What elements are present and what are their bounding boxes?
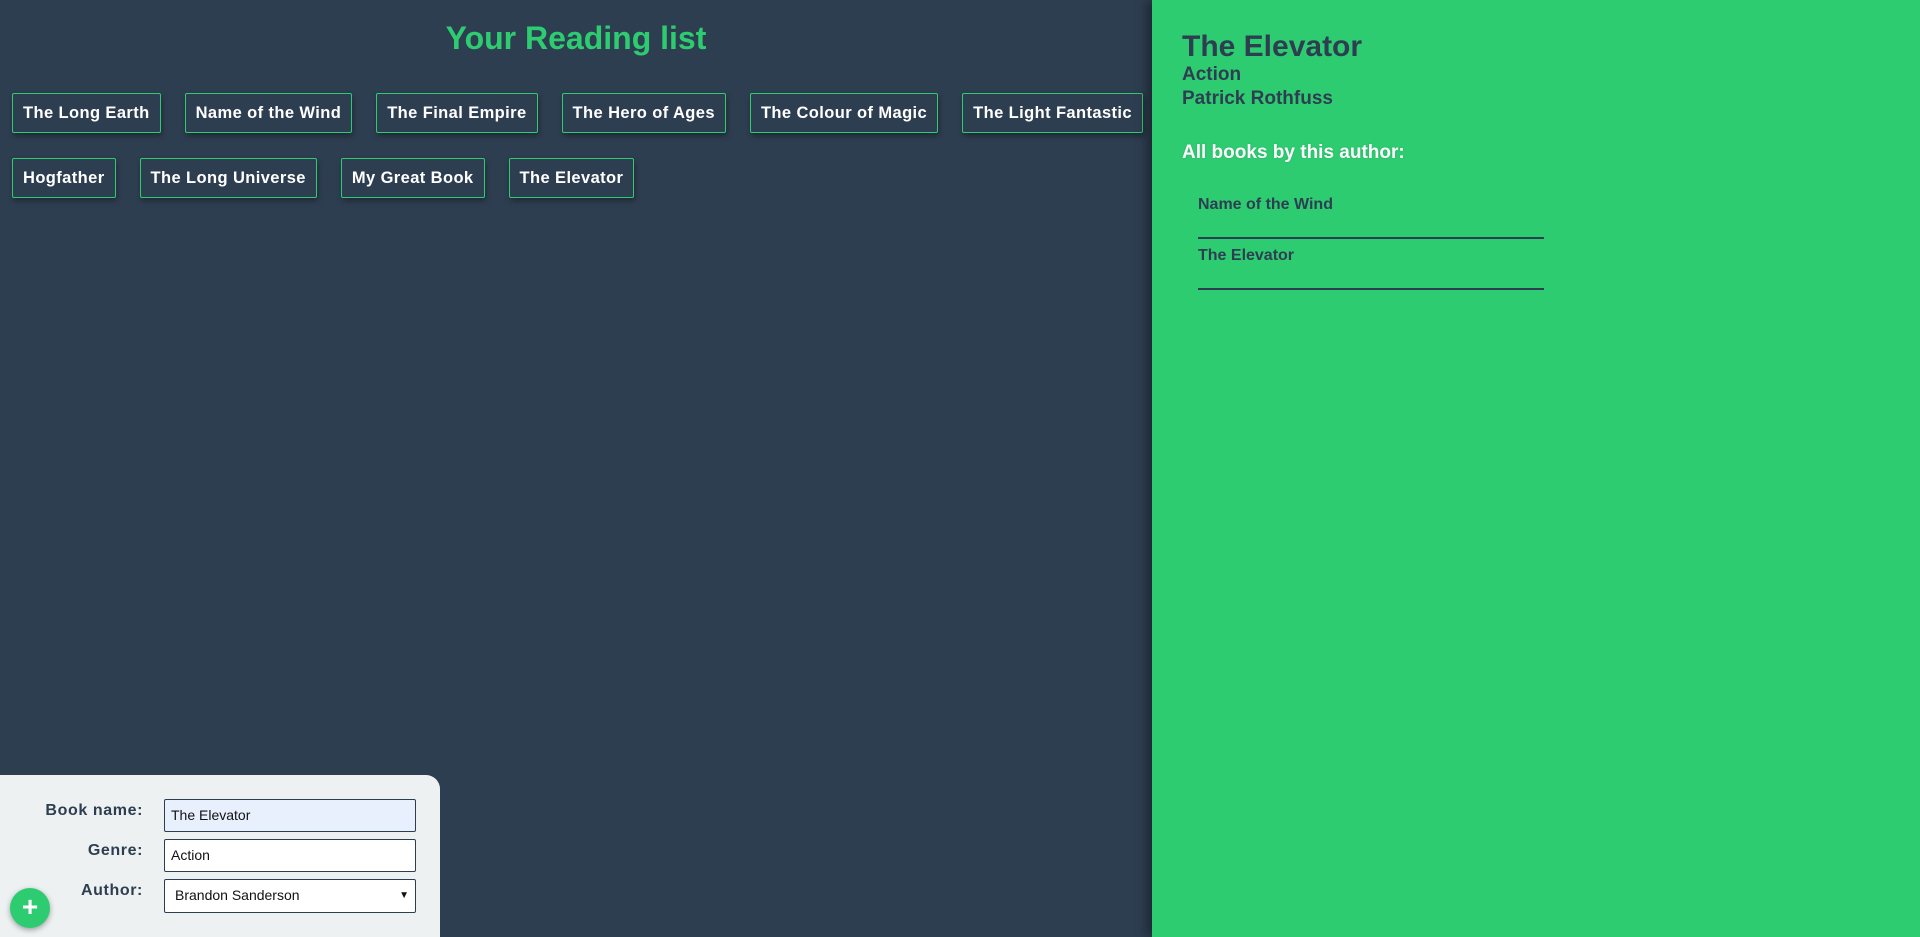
book-row-1: The Long Earth Name of the Wind The Fina…	[12, 93, 1152, 133]
details-genre: Action	[1182, 64, 1242, 85]
details-title: The Elevator	[1182, 30, 1363, 63]
author-select[interactable]: Brandon Sanderson ▼	[164, 879, 416, 913]
book-list: The Long Earth Name of the Wind The Fina…	[12, 93, 1152, 223]
book-item-the-long-earth[interactable]: The Long Earth	[12, 93, 161, 133]
book-item-the-final-empire[interactable]: The Final Empire	[376, 93, 538, 133]
book-item-the-elevator[interactable]: The Elevator	[508, 158, 635, 198]
genre-row: Genre: Action	[0, 839, 440, 873]
book-details-panel: The Elevator Action Patrick Rothfuss All…	[1152, 0, 1920, 937]
genre-label: Genre:	[87, 842, 143, 859]
author-select-value: Brandon Sanderson	[175, 887, 300, 903]
add-book-form: Book name: The Elevator Genre: Action Au…	[0, 775, 440, 937]
book-item-the-hero-of-ages[interactable]: The Hero of Ages	[561, 93, 726, 133]
plus-icon: +	[21, 891, 39, 922]
page-title: Your Reading list	[445, 20, 707, 56]
genre-input[interactable]: Action	[164, 839, 416, 872]
book-item-the-long-universe[interactable]: The Long Universe	[139, 158, 317, 198]
author-label: Author:	[81, 882, 143, 899]
book-name-input[interactable]: The Elevator	[164, 799, 416, 832]
details-author: Patrick Rothfuss	[1182, 88, 1333, 109]
list-item: The Elevator	[1198, 239, 1544, 290]
book-item-my-great-book[interactable]: My Great Book	[340, 158, 485, 198]
book-row-2: Hogfather The Long Universe My Great Boo…	[12, 158, 1152, 198]
author-books-list: Name of the Wind The Elevator	[1198, 188, 1544, 290]
book-item-hogfather[interactable]: Hogfather	[12, 158, 116, 198]
book-item-the-light-fantastic[interactable]: The Light Fantastic	[962, 93, 1143, 133]
author-row: Author: Brandon Sanderson ▼	[0, 879, 440, 913]
add-book-button[interactable]: +	[10, 888, 50, 928]
book-name-row: Book name: The Elevator	[0, 799, 440, 833]
list-item: Name of the Wind	[1198, 188, 1544, 239]
chevron-down-icon: ▼	[399, 890, 409, 901]
book-name-label: Book name:	[45, 802, 143, 819]
author-books-heading: All books by this author:	[1182, 142, 1405, 163]
main-panel: Your Reading list The Long Earth Name of…	[0, 0, 1152, 937]
book-item-the-colour-of-magic[interactable]: The Colour of Magic	[749, 93, 939, 133]
book-item-name-of-the-wind[interactable]: Name of the Wind	[184, 93, 353, 133]
